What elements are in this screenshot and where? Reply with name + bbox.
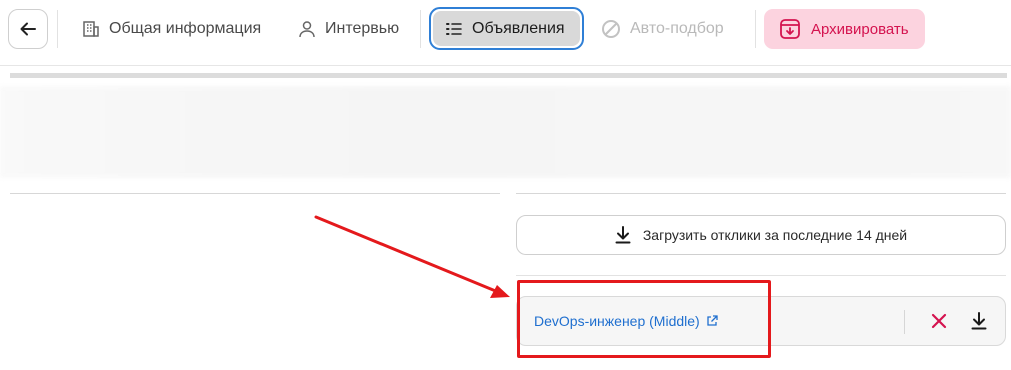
archive-button-label: Архивировать <box>811 20 909 38</box>
toolbar-divider <box>420 10 421 48</box>
toolbar-divider <box>57 10 58 48</box>
archive-button[interactable]: Архивировать <box>764 9 925 49</box>
list-icon <box>446 22 462 35</box>
tab-auto-selection: Авто-подбор <box>601 10 724 48</box>
download-icon <box>971 312 987 330</box>
tab-interview[interactable]: Интервью <box>298 10 399 48</box>
tab-general-info-label: Общая информация <box>109 20 262 37</box>
section-divider <box>10 193 500 194</box>
tab-interview-label: Интервью <box>325 20 400 37</box>
close-icon <box>931 313 947 329</box>
arrow-left-icon <box>20 22 36 36</box>
building-icon <box>83 21 99 37</box>
tab-general-info[interactable]: Общая информация <box>82 10 261 48</box>
tab-ads[interactable]: Объявления <box>429 7 584 50</box>
blurred-content <box>0 86 1011 178</box>
user-icon <box>299 21 315 38</box>
remove-vacancy-button[interactable] <box>927 309 951 333</box>
download-vacancy-button[interactable] <box>967 309 991 333</box>
download-icon <box>615 226 631 244</box>
download-responses-button[interactable]: Загрузить отклики за последние 14 дней <box>516 215 1006 255</box>
back-button[interactable] <box>8 9 48 49</box>
download-responses-label: Загрузить отклики за последние 14 дней <box>642 227 908 243</box>
progress-divider <box>10 73 1007 78</box>
section-divider <box>516 193 1006 194</box>
section-divider <box>516 275 1006 276</box>
toolbar-divider <box>755 10 756 48</box>
annotation-highlight-box <box>517 280 771 358</box>
toolbar: Общая информация Интервью Объявления Авт… <box>0 0 1011 66</box>
tab-auto-selection-label: Авто-подбор <box>630 20 724 37</box>
ban-icon <box>602 20 620 38</box>
tab-ads-label: Объявления <box>472 19 565 37</box>
archive-icon <box>780 19 800 39</box>
card-divider <box>904 310 905 334</box>
